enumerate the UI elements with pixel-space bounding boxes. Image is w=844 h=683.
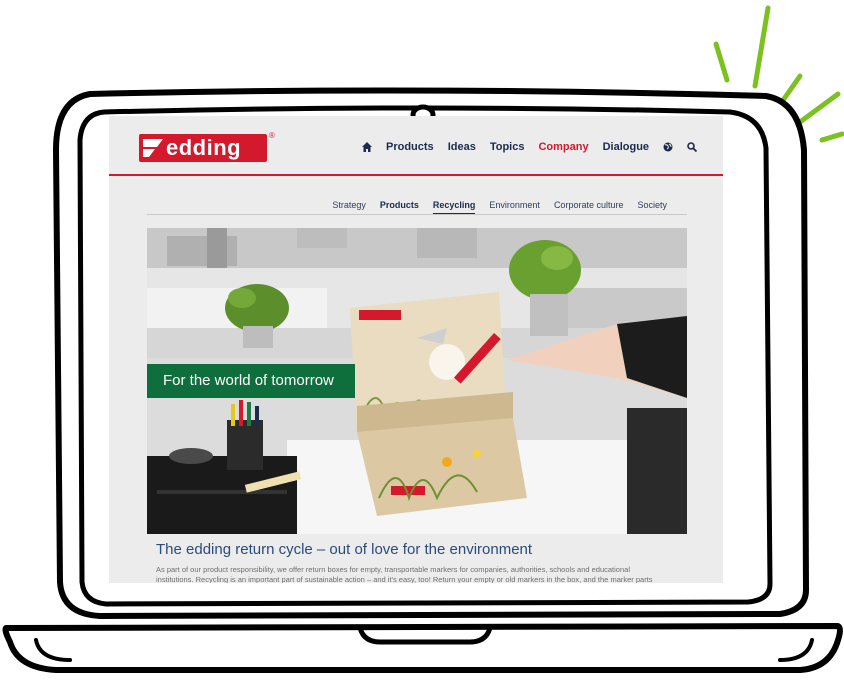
site-header: edding ® Products Ideas Topics Company D…: [109, 116, 723, 174]
nav-item-products[interactable]: Products: [386, 141, 434, 153]
subnav-society[interactable]: Society: [637, 200, 667, 215]
main-nav: Products Ideas Topics Company Dialogue: [362, 141, 698, 153]
home-icon[interactable]: [362, 142, 372, 152]
globe-icon[interactable]: [663, 142, 673, 152]
header-divider: [109, 174, 723, 176]
subnav-environment[interactable]: Environment: [489, 200, 540, 215]
sub-nav: Strategy Products Recycling Environment …: [332, 200, 667, 215]
browser-screen: edding ® Products Ideas Topics Company D…: [109, 116, 723, 583]
subnav-recycling[interactable]: Recycling: [432, 200, 476, 215]
logo-text: edding: [166, 135, 242, 160]
article-headline: The edding return cycle – out of love fo…: [156, 541, 533, 558]
logo-stripes-icon: [143, 139, 163, 157]
article-body-line-1: As part of our product responsibility, w…: [156, 565, 630, 574]
nav-item-dialogue[interactable]: Dialogue: [603, 141, 649, 153]
nav-item-ideas[interactable]: Ideas: [448, 141, 476, 153]
subnav-strategy[interactable]: Strategy: [332, 200, 366, 215]
nav-item-topics[interactable]: Topics: [490, 141, 525, 153]
registered-mark: ®: [269, 131, 275, 140]
edding-logo[interactable]: edding ®: [139, 131, 275, 162]
search-icon[interactable]: [687, 142, 698, 152]
article-body: As part of our product responsibility, w…: [156, 565, 676, 583]
subnav-products[interactable]: Products: [380, 200, 419, 215]
subnav-corporate-culture[interactable]: Corporate culture: [554, 200, 624, 215]
article-body-line-2: institutions. Recycling is an important …: [156, 575, 653, 583]
hero-banner: For the world of tomorrow: [147, 364, 355, 398]
hero-image: For the world of tomorrow: [147, 228, 687, 534]
subnav-divider: [147, 214, 687, 215]
nav-item-company[interactable]: Company: [538, 141, 588, 153]
